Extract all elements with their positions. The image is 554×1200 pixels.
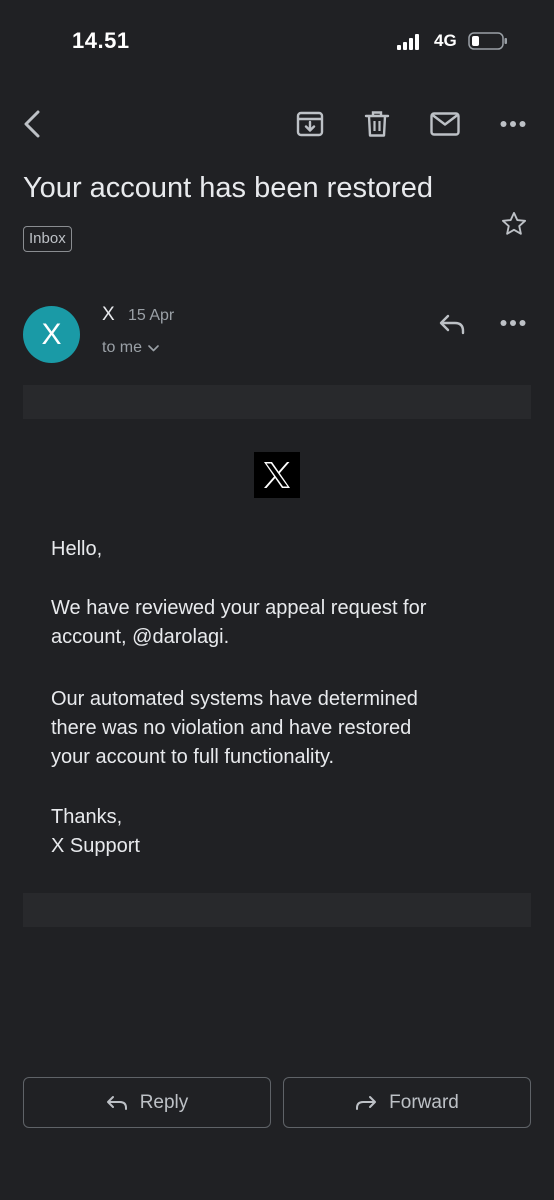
x-logo	[254, 452, 300, 498]
inbox-label-chip[interactable]: Inbox	[23, 226, 72, 252]
body-line: account, @darolagi.	[51, 626, 230, 648]
email-subject: Your account has been restored	[23, 172, 434, 204]
network-type: 4G	[434, 31, 457, 50]
status-bar: 14.51 4G	[0, 0, 554, 80]
email-detail-screen: 14.51 4G Your account has been restored …	[0, 0, 554, 1200]
forward-button[interactable]: Forward	[283, 1077, 531, 1128]
archive-icon	[296, 111, 324, 137]
trash-icon	[364, 111, 390, 137]
reply-quick-button[interactable]	[428, 300, 476, 348]
body-line: there was no violation and have restored	[51, 717, 412, 739]
more-options-button[interactable]	[489, 100, 537, 148]
body-line: Our automated systems have determined	[51, 688, 418, 710]
chevron-left-icon	[24, 110, 40, 138]
battery-icon	[468, 32, 507, 50]
reply-button[interactable]: Reply	[23, 1077, 271, 1128]
recipient-label: to me	[102, 339, 143, 356]
signal-icon	[397, 34, 423, 50]
greeting: Hello,	[51, 538, 103, 560]
x-logo-icon	[264, 462, 290, 488]
email-header-band	[23, 385, 531, 419]
delete-button[interactable]	[353, 100, 401, 148]
recipient-details-toggle[interactable]: to me	[102, 339, 159, 357]
email-footer-band	[23, 893, 531, 927]
sender-name: X	[102, 304, 115, 325]
status-time: 14.51	[72, 28, 130, 53]
forward-icon	[356, 1095, 377, 1110]
reply-icon	[106, 1095, 127, 1110]
signoff-line: Thanks,	[51, 806, 123, 828]
email-date: 15 Apr	[128, 307, 175, 324]
back-button[interactable]	[8, 100, 56, 148]
mark-unread-button[interactable]	[421, 100, 469, 148]
star-icon	[501, 211, 527, 235]
archive-button[interactable]	[286, 100, 334, 148]
more-horizontal-icon	[500, 320, 526, 326]
body-paragraph-2: Our automated systems have determined th…	[51, 685, 511, 772]
message-more-button[interactable]	[489, 299, 537, 347]
reply-icon	[439, 314, 465, 335]
body-line: We have reviewed your appeal request for	[51, 597, 427, 619]
star-button[interactable]	[494, 204, 534, 244]
envelope-icon	[430, 112, 460, 136]
body-line: your account to full functionality.	[51, 746, 335, 768]
body-paragraph-1: We have reviewed your appeal request for…	[51, 594, 511, 652]
forward-label: Forward	[389, 1091, 459, 1113]
more-horizontal-icon	[500, 121, 526, 127]
reply-label: Reply	[139, 1091, 189, 1113]
signoff: Thanks, X Support	[51, 803, 511, 861]
signoff-line: X Support	[51, 835, 140, 857]
chevron-down-icon	[148, 344, 159, 351]
sender-avatar[interactable]: X	[23, 306, 80, 363]
